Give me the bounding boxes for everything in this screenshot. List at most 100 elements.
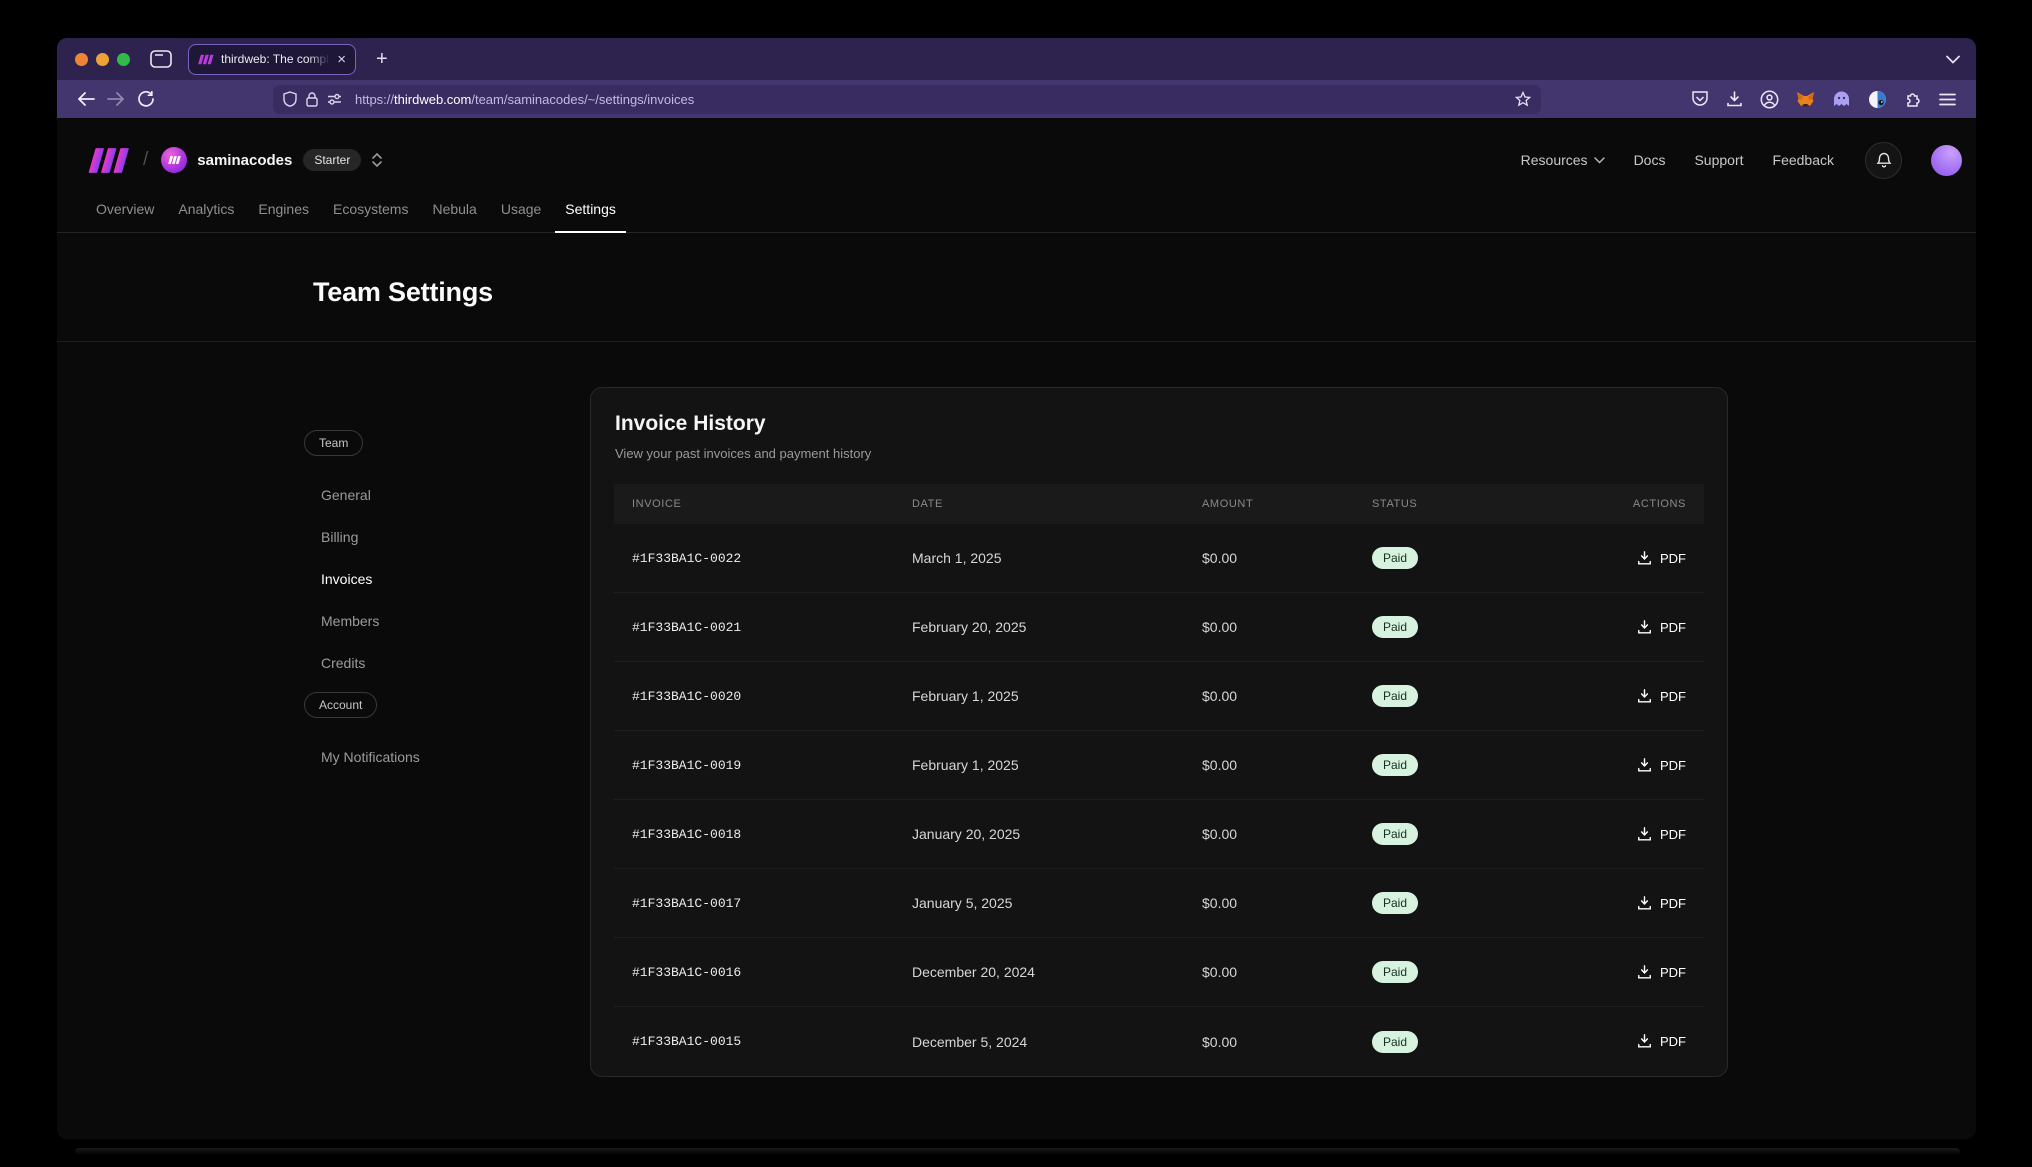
sidebar-item-billing[interactable]: Billing [304,516,534,558]
download-icon [1637,758,1652,773]
sidebar-list: My Notifications [304,736,534,778]
invoice-amount: $0.00 [1184,619,1354,635]
tab-usage[interactable]: Usage [489,192,553,232]
metamask-extension-icon[interactable] [1796,90,1815,108]
forward-button[interactable] [101,85,131,113]
phantom-extension-icon[interactable] [1832,90,1851,108]
url-path: /team/saminacodes/~/settings/invoices [471,92,694,107]
sidebar-item-members[interactable]: Members [304,600,534,642]
invoice-status: Paid [1354,616,1594,638]
tab-engines[interactable]: Engines [246,192,321,232]
menu-hamburger-icon[interactable] [1939,93,1956,106]
invoice-date: December 20, 2024 [894,964,1184,980]
invoice-row: #1F33BA1C-0019February 1, 2025$0.00PaidP… [614,731,1704,800]
header-links: Resources Docs Support Feedback [1521,142,1962,179]
window-controls [75,53,130,66]
download-pdf-button[interactable]: PDF [1594,1034,1704,1049]
team-name[interactable]: saminacodes [197,152,292,169]
header-link-resources[interactable]: Resources [1521,152,1605,168]
invoice-status: Paid [1354,754,1594,776]
download-pdf-button[interactable]: PDF [1594,827,1704,842]
invoice-row: #1F33BA1C-0015December 5, 2024$0.00PaidP… [614,1007,1704,1076]
dashboard-nav-tabs: OverviewAnalyticsEnginesEcosystemsNebula… [57,192,1976,233]
downloads-icon[interactable] [1726,91,1743,108]
team-avatar[interactable] [161,147,187,173]
url-text[interactable]: https://thirdweb.com/team/saminacodes/~/… [355,92,1506,107]
sidebar-item-credits[interactable]: Credits [304,642,534,684]
minimize-window-button[interactable] [96,53,109,66]
sidebar-item-invoices[interactable]: Invoices [304,558,534,600]
pdf-label: PDF [1660,827,1686,842]
invoice-number: #1F33BA1C-0016 [614,965,894,980]
download-icon [1637,689,1652,704]
header-link-docs[interactable]: Docs [1634,152,1666,168]
url-bar[interactable]: https://thirdweb.com/team/saminacodes/~/… [273,85,1541,114]
tab-analytics[interactable]: Analytics [166,192,246,232]
list-all-tabs-icon[interactable] [1946,55,1960,64]
download-pdf-button[interactable]: PDF [1594,758,1704,773]
reload-button[interactable] [131,85,161,113]
back-button[interactable] [71,85,101,113]
zoom-window-button[interactable] [117,53,130,66]
sidebar-item-general[interactable]: General [304,474,534,516]
thirdweb-logo-icon[interactable] [88,148,130,173]
browser-tab[interactable]: thirdweb: The complete web3 d × [188,44,356,75]
tracking-protection-shield-icon[interactable] [283,91,297,107]
invoice-amount: $0.00 [1184,757,1354,773]
invoice-row: #1F33BA1C-0018January 20, 2025$0.00PaidP… [614,800,1704,869]
status-badge: Paid [1372,892,1418,914]
download-pdf-button[interactable]: PDF [1594,965,1704,980]
invoice-row: #1F33BA1C-0022March 1, 2025$0.00PaidPDF [614,524,1704,593]
invoice-date: February 1, 2025 [894,757,1184,773]
tab-settings[interactable]: Settings [553,192,628,232]
notifications-bell-button[interactable] [1865,142,1902,179]
invoice-number: #1F33BA1C-0017 [614,896,894,911]
tab-close-icon[interactable]: × [337,52,346,67]
invoice-status: Paid [1354,685,1594,707]
header-link-support[interactable]: Support [1694,152,1743,168]
status-badge: Paid [1372,961,1418,983]
tab-favicon-thirdweb-icon [198,54,214,65]
extension-circle-icon[interactable] [1868,90,1887,109]
brand-breadcrumb: / saminacodes Starter [88,147,383,173]
sidebar-item-my-notifications[interactable]: My Notifications [304,736,534,778]
invoice-status: Paid [1354,892,1594,914]
permissions-sliders-icon[interactable] [327,93,342,105]
invoice-history-card: Invoice History View your past invoices … [590,387,1728,1077]
download-pdf-button[interactable]: PDF [1594,551,1704,566]
pocket-icon[interactable] [1691,90,1709,108]
pdf-label: PDF [1660,689,1686,704]
header-link-feedback[interactable]: Feedback [1773,152,1834,168]
account-icon[interactable] [1760,90,1779,109]
page-title: Team Settings [313,277,1976,308]
tab-ecosystems[interactable]: Ecosystems [321,192,420,232]
title-band: Team Settings [57,233,1976,342]
download-icon [1637,620,1652,635]
tab-overview[interactable]: Overview [84,192,166,232]
card-subtitle: View your past invoices and payment hist… [615,446,1703,461]
invoice-number: #1F33BA1C-0020 [614,689,894,704]
firefox-view-icon[interactable] [150,50,172,68]
status-badge: Paid [1372,823,1418,845]
status-badge: Paid [1372,547,1418,569]
download-pdf-button[interactable]: PDF [1594,689,1704,704]
tab-nebula[interactable]: Nebula [420,192,488,232]
download-pdf-button[interactable]: PDF [1594,896,1704,911]
bookmark-star-icon[interactable] [1515,91,1531,107]
header-link-label: Docs [1634,152,1666,168]
breadcrumb-separator: / [143,149,148,171]
download-pdf-button[interactable]: PDF [1594,620,1704,635]
window-shadow [75,1148,1960,1155]
close-window-button[interactable] [75,53,88,66]
invoice-row: #1F33BA1C-0020February 1, 2025$0.00PaidP… [614,662,1704,731]
toolbar-extensions [1691,90,1962,109]
invoice-amount: $0.00 [1184,550,1354,566]
invoice-number: #1F33BA1C-0021 [614,620,894,635]
extensions-puzzle-icon[interactable] [1904,90,1922,108]
team-switcher-icon[interactable] [371,152,383,168]
invoice-date: March 1, 2025 [894,550,1184,566]
status-badge: Paid [1372,754,1418,776]
lock-icon[interactable] [306,92,318,107]
new-tab-button[interactable]: + [370,48,394,71]
user-avatar[interactable] [1931,145,1962,176]
